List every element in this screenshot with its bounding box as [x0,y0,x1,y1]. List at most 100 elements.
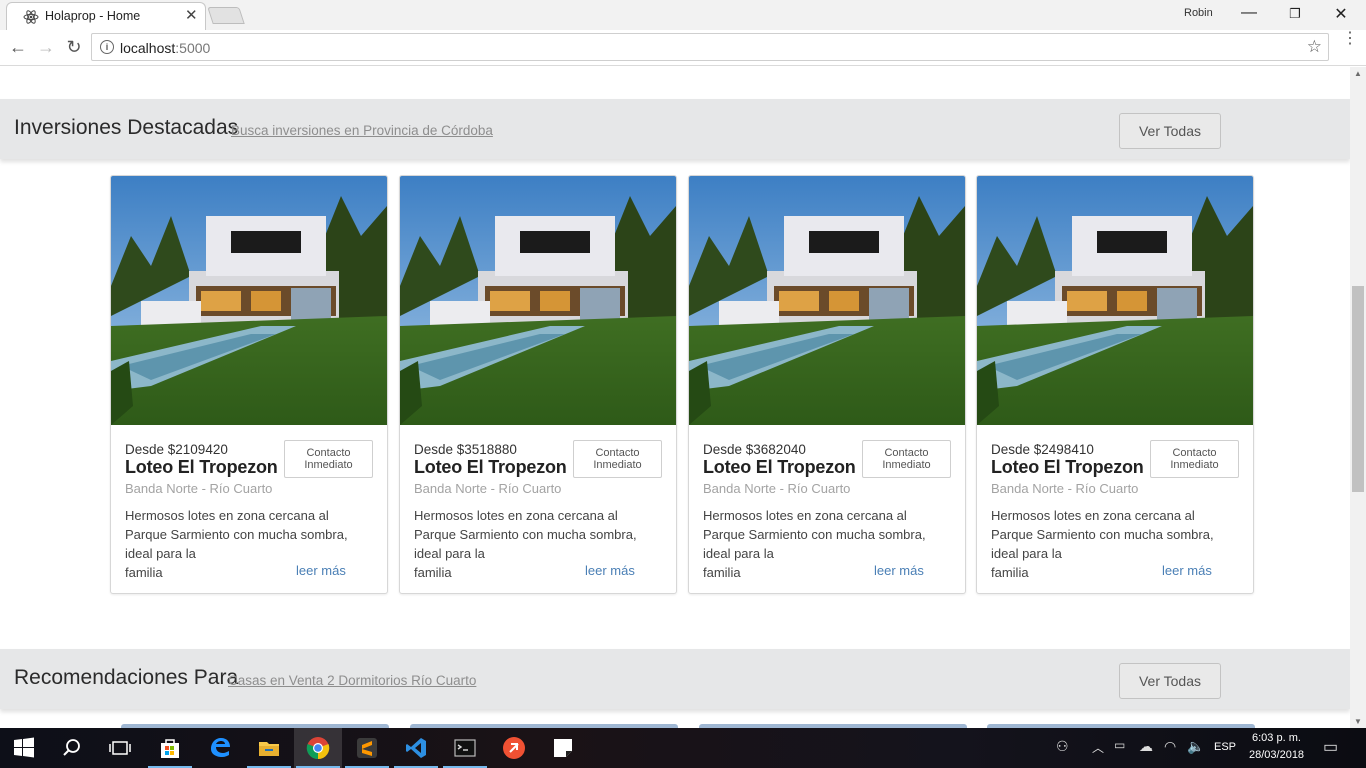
language-indicator[interactable]: ESP [1214,741,1236,753]
close-window-button[interactable]: ✕ [1318,4,1364,24]
sticky-notes-icon[interactable] [539,728,587,768]
windows-taskbar: ⚇ ︿ ▭ ☁ ◠ 🔈 ESP 6:03 p. m. 28/03/2018 ▭ [0,728,1366,768]
contact-now-button[interactable]: Contacto Inmediato [573,440,662,478]
contact-label-line1: Contacto [884,447,929,459]
property-photo [977,176,1253,425]
contact-label-line2: Inmediato [593,459,642,471]
url-text: localhost:5000 [120,40,210,56]
description-line: Hermosos lotes en zona cercana al [125,508,329,523]
sublime-text-icon[interactable] [343,728,391,768]
recommendations-subtitle-link[interactable]: Casas en Venta 2 Dormitorios Río Cuarto [228,673,476,688]
featured-subtitle-link[interactable]: Busca inversiones en Provincia de Córdob… [231,123,493,138]
react-favicon-icon [23,10,39,24]
contact-now-button[interactable]: Contacto Inmediato [284,440,373,478]
read-more-link[interactable]: leer más [1162,563,1212,578]
file-explorer-icon[interactable] [245,728,293,768]
page-scrollbar[interactable]: ▲ ▼ [1350,67,1366,728]
featured-section-header: Inversiones Destacadas Busca inversiones… [0,99,1350,159]
contact-now-button[interactable]: Contacto Inmediato [862,440,951,478]
chrome-icon[interactable] [294,728,342,768]
profile-name[interactable]: Robin [1184,7,1213,19]
property-image[interactable] [111,176,387,425]
property-price: Desde $2109420 [125,442,228,457]
search-icon[interactable] [48,728,96,768]
property-name[interactable]: Loteo El Tropezon [414,457,567,478]
scroll-up-arrow-icon[interactable]: ▲ [1354,69,1362,78]
show-hidden-icons-chevron-icon[interactable]: ︿ [1092,739,1104,756]
contact-now-button[interactable]: Contacto Inmediato [1150,440,1239,478]
featured-section-title: Inversiones Destacadas [14,116,239,139]
property-price: Desde $3518880 [414,442,517,457]
new-tab-button[interactable] [207,7,245,24]
action-center-icon[interactable]: ▭ [1323,737,1338,757]
clock-time[interactable]: 6:03 p. m. [1252,732,1301,744]
description-line: ideal para la [414,546,485,561]
contact-label-line1: Contacto [595,447,640,459]
property-card[interactable]: Desde $3682040 Loteo El Tropezon Banda N… [688,175,966,594]
wifi-icon[interactable]: ◠ [1164,738,1176,755]
volume-icon[interactable]: 🔈 [1187,738,1204,755]
bookmark-star-icon[interactable]: ☆ [1307,37,1322,57]
description-line: Hermosos lotes en zona cercana al [991,508,1195,523]
scroll-down-arrow-icon[interactable]: ▼ [1354,717,1362,726]
tab-close-icon[interactable]: ✕ [185,6,198,24]
description-line: Parque Sarmiento con mucha sombra, [414,527,637,542]
property-image[interactable] [977,176,1253,425]
property-location: Banda Norte - Río Cuarto [414,481,562,496]
recommendations-section-header: Recomendaciones Para Casas en Venta 2 Do… [0,649,1350,709]
description-line: Hermosos lotes en zona cercana al [703,508,907,523]
description-line: ideal para la [703,546,774,561]
featured-view-all-button[interactable]: Ver Todas [1119,113,1221,149]
read-more-link[interactable]: leer más [874,563,924,578]
start-icon[interactable] [0,728,48,768]
property-card[interactable]: Desde $2498410 Loteo El Tropezon Banda N… [976,175,1254,594]
browser-menu-icon[interactable]: ⋮ [1342,31,1358,47]
property-card[interactable]: Desde $3518880 Loteo El Tropezon Banda N… [399,175,677,594]
recommendations-view-all-button[interactable]: Ver Todas [1119,663,1221,699]
site-info-icon[interactable]: i [100,40,114,54]
contact-label-line2: Inmediato [1170,459,1219,471]
property-name[interactable]: Loteo El Tropezon [703,457,856,478]
property-card[interactable]: Desde $2109420 Loteo El Tropezon Banda N… [110,175,388,594]
property-price: Desde $2498410 [991,442,1094,457]
read-more-link[interactable]: leer más [585,563,635,578]
browser-tab[interactable]: Holaprop - Home ✕ [6,2,206,30]
property-photo [111,176,387,425]
contact-label-line1: Contacto [1172,447,1217,459]
browser-toolbar: ← → ↻ i localhost:5000 ☆ ⋮ [0,30,1366,66]
tab-title: Holaprop - Home [45,9,141,23]
property-image[interactable] [689,176,965,425]
back-button[interactable]: ← [7,37,29,58]
property-location: Banda Norte - Río Cuarto [991,481,1139,496]
store-icon[interactable] [146,728,194,768]
minimize-button[interactable]: — [1226,4,1272,22]
read-more-link[interactable]: leer más [296,563,346,578]
clock-date[interactable]: 28/03/2018 [1249,749,1304,761]
reload-button[interactable]: ↻ [63,37,85,58]
property-photo [689,176,965,425]
property-location: Banda Norte - Río Cuarto [125,481,273,496]
forward-button[interactable]: → [35,37,57,58]
property-name[interactable]: Loteo El Tropezon [991,457,1144,478]
description-line: Parque Sarmiento con mucha sombra, [703,527,926,542]
terminal-icon[interactable] [441,728,489,768]
battery-icon[interactable]: ▭ [1114,738,1125,752]
restore-button[interactable]: ❐ [1272,6,1318,22]
vscode-icon[interactable] [392,728,440,768]
address-bar[interactable]: i localhost:5000 ☆ [91,33,1329,61]
description-line: ideal para la [991,546,1062,561]
git-client-icon[interactable] [490,728,538,768]
property-location: Banda Norte - Río Cuarto [703,481,851,496]
property-name[interactable]: Loteo El Tropezon [125,457,278,478]
people-icon[interactable]: ⚇ [1056,738,1069,755]
scroll-thumb[interactable] [1352,286,1364,492]
property-photo [400,176,676,425]
url-port: :5000 [175,40,211,56]
onedrive-cloud-icon[interactable]: ☁ [1139,738,1153,755]
task-view-icon[interactable] [96,728,144,768]
description-line: ideal para la [125,546,196,561]
edge-icon[interactable] [196,728,244,768]
property-image[interactable] [400,176,676,425]
contact-label-line2: Inmediato [304,459,353,471]
property-price: Desde $3682040 [703,442,806,457]
